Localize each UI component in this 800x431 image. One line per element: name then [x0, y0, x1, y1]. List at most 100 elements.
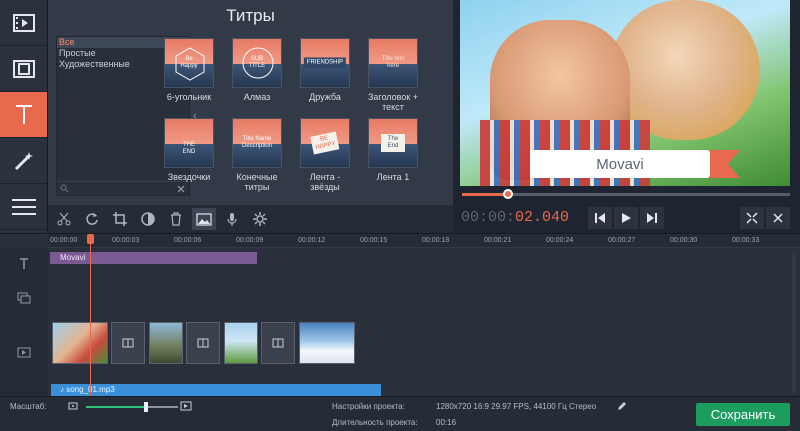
hamburger-icon	[11, 198, 36, 215]
play-button[interactable]	[614, 207, 638, 229]
edit-toolbar	[48, 205, 453, 233]
filters-button[interactable]	[0, 46, 47, 92]
fit-button[interactable]	[740, 207, 764, 229]
transition-slot[interactable]	[186, 322, 220, 364]
ruler-tick: 00:00:15	[360, 237, 388, 244]
preview-title-overlay: Movavi	[530, 150, 710, 178]
transition-icon	[122, 338, 134, 348]
ruler-tick: 00:00:21	[484, 237, 512, 244]
fullscreen-icon	[773, 213, 783, 223]
thumb-image: Be Happy	[164, 38, 214, 88]
overlay-track-header	[15, 291, 33, 305]
overlay-icon	[17, 292, 31, 304]
thumb-image: Title Name Description	[232, 118, 282, 168]
timeline-scrollbar[interactable]	[792, 253, 796, 393]
color-adjust-button[interactable]	[136, 208, 160, 230]
thumb-image: The End	[368, 118, 418, 168]
play-icon	[622, 213, 631, 223]
title-thumb-stars[interactable]: THE END Звездочки	[160, 118, 218, 182]
title-track-header	[15, 257, 33, 271]
clear-icon[interactable]	[177, 185, 185, 193]
save-button[interactable]: Сохранить	[696, 403, 790, 426]
crop-button[interactable]	[108, 208, 132, 230]
video-clip[interactable]	[52, 322, 108, 364]
cut-button[interactable]	[52, 208, 76, 230]
timecode-static: 00:00:	[461, 209, 516, 226]
title-thumb-diamond[interactable]: SUB TITLE Алмаз	[228, 38, 286, 102]
thumb-deco-text: The End	[381, 134, 405, 152]
film-icon	[12, 13, 35, 32]
duration-value: 00:16	[436, 418, 457, 427]
filmstrip-icon	[12, 59, 35, 78]
thumb-deco-text: Title text here	[381, 56, 405, 69]
ruler-tick: 00:00:03	[112, 237, 140, 244]
title-thumb-end-credits[interactable]: Title Name Description Конечные титры	[228, 118, 286, 192]
video-clip[interactable]	[149, 322, 183, 364]
thumb-label: Звездочки	[167, 172, 211, 182]
timecode-live: 02.040	[515, 209, 570, 226]
playhead[interactable]	[90, 234, 91, 397]
ruler-tick: 00:00:24	[546, 237, 574, 244]
ruler-tick: 00:00:09	[236, 237, 264, 244]
thumb-image: BE HAPPY	[300, 118, 350, 168]
next-button[interactable]	[640, 207, 664, 229]
record-audio-button[interactable]	[220, 208, 244, 230]
thumb-deco-text: THE END	[182, 141, 196, 155]
title-clip[interactable]: Movavi	[50, 252, 257, 264]
thumb-image: FRIENDSHIP	[300, 38, 350, 88]
crop-icon	[113, 212, 127, 226]
ruler-tick: 00:00:27	[608, 237, 636, 244]
settings-value: 1280x720 16:9 29.97 FPS, 44100 Гц Стерео	[436, 402, 597, 411]
timeline[interactable]: 00:00:00 00:00:03 00:00:06 00:00:09 00:0…	[0, 233, 800, 397]
fullscreen-button[interactable]	[766, 207, 790, 229]
shrink-icon	[746, 212, 758, 224]
transition-icon	[197, 338, 209, 348]
thumb-image: THE END	[164, 118, 214, 168]
delete-button[interactable]	[164, 208, 188, 230]
image-icon	[196, 212, 212, 226]
panel-title: Титры	[226, 6, 275, 25]
transition-slot[interactable]	[111, 322, 145, 364]
gear-icon	[253, 212, 267, 226]
video-clip[interactable]	[224, 322, 258, 364]
zoom-out-icon[interactable]	[68, 402, 78, 410]
thumb-deco-text: Be Happy	[180, 56, 198, 69]
category-search[interactable]	[57, 181, 189, 195]
titles-button[interactable]	[0, 92, 47, 138]
title-thumb-friendship[interactable]: FRIENDSHIP Дружба	[296, 38, 354, 102]
thumb-label: Лента 1	[376, 172, 410, 182]
ruler-tick: 00:00:06	[174, 237, 202, 244]
settings-button[interactable]	[248, 208, 272, 230]
zoom-label: Масштаб:	[10, 402, 47, 411]
title-thumb-ribbon-1[interactable]: The End Лента 1	[364, 118, 422, 182]
text-t-icon	[20, 258, 28, 269]
audio-clip[interactable]: ♪ song_01.mp3	[51, 384, 381, 396]
zoom-in-icon[interactable]	[180, 401, 192, 411]
title-thumb-hexagon[interactable]: Be Happy 6-угольник	[160, 38, 218, 102]
thumb-label: Алмаз	[243, 92, 271, 102]
trash-icon	[171, 212, 181, 226]
zoom-slider-knob[interactable]	[143, 402, 148, 412]
pencil-icon[interactable]	[617, 401, 627, 411]
thumb-image: Title text here	[368, 38, 418, 88]
thumb-label: Дружба	[309, 92, 341, 102]
transition-slot[interactable]	[261, 322, 295, 364]
duration-label: Длительность проекта:	[332, 418, 418, 427]
insert-image-button[interactable]	[192, 208, 216, 230]
ruler-tick: 00:00:30	[670, 237, 698, 244]
progress-knob[interactable]	[502, 189, 513, 199]
status-bar: Масштаб: Настройки проекта: 1280x720 16:…	[0, 396, 800, 431]
previous-button[interactable]	[588, 207, 612, 229]
contrast-icon	[141, 212, 155, 226]
transitions-button[interactable]	[0, 138, 47, 184]
more-menu-button[interactable]	[0, 184, 47, 230]
titles-panel: Титры Все Простые Художественные ‹ Be Ha…	[48, 0, 485, 205]
title-thumb-heading-text[interactable]: Title text here Заголовок + текст	[364, 38, 422, 112]
video-clip[interactable]	[299, 322, 355, 364]
import-media-button[interactable]	[0, 0, 47, 46]
title-thumb-ribbon-stars[interactable]: BE HAPPY Лента - звёзды	[296, 118, 354, 192]
timeline-ruler[interactable]: 00:00:00 00:00:03 00:00:06 00:00:09 00:0…	[48, 234, 800, 248]
video-preview[interactable]: Movavi	[460, 0, 790, 186]
thumb-image: SUB TITLE	[232, 38, 282, 88]
rotate-button[interactable]	[80, 208, 104, 230]
